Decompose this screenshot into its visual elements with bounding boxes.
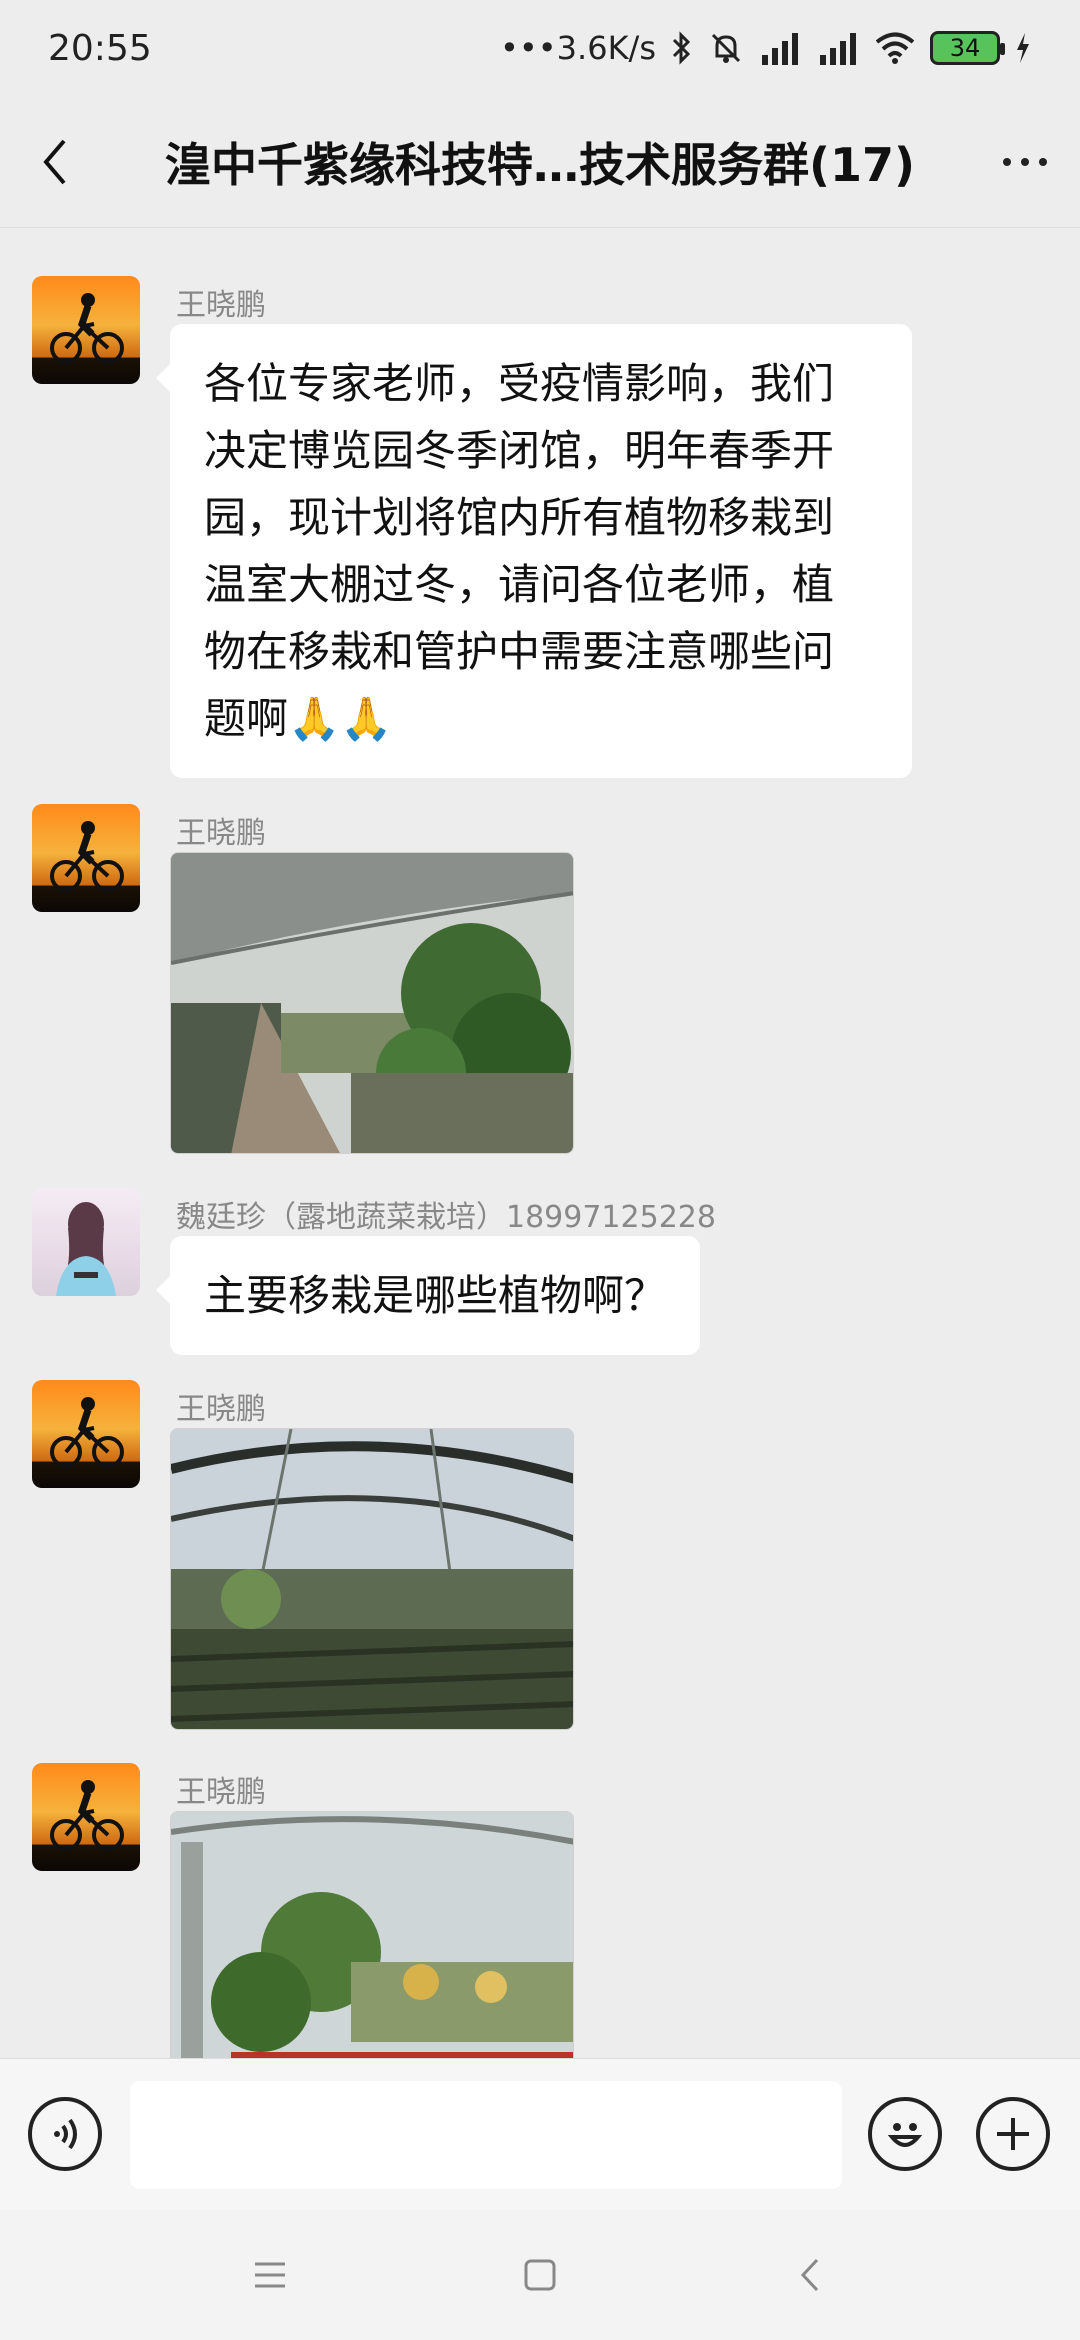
more-dot-icon <box>1003 157 1011 166</box>
cyclist-silhouette-icon <box>50 821 124 892</box>
more-dot-icon <box>1021 157 1029 166</box>
plus-icon <box>997 2118 1029 2150</box>
avatar[interactable] <box>32 1188 140 1296</box>
system-nav-bar <box>0 2210 1080 2340</box>
message-list[interactable]: 王晓鹏 各位专家老师，受疫情影响，我们 决定博览园冬季闭馆，明年春季开 园，现计… <box>0 228 1080 2058</box>
network-speed: •••3.6K/s <box>500 29 656 67</box>
back-icon <box>800 2258 819 2292</box>
home-button[interactable] <box>510 2245 570 2305</box>
chevron-left-icon <box>43 139 66 184</box>
more-dot-icon <box>1039 157 1047 166</box>
status-icons: •••3.6K/s 34 <box>500 29 1032 67</box>
image-message[interactable] <box>170 1428 574 1730</box>
emoji-button[interactable] <box>868 2097 942 2171</box>
battery-icon: 34 <box>930 31 1005 65</box>
message-line: 园，现计划将馆内所有植物移栽到 <box>204 493 835 542</box>
message-line: 温室大棚过冬，请问各位老师，植 <box>204 560 835 609</box>
status-time: 20:55 <box>48 27 152 69</box>
greenhouse-image <box>171 1429 573 1729</box>
avatar[interactable] <box>32 1380 140 1488</box>
more-actions-button[interactable] <box>976 2097 1050 2171</box>
menu-button[interactable] <box>240 2245 300 2305</box>
back-button[interactable] <box>0 96 110 228</box>
image-message[interactable] <box>170 852 574 1154</box>
sender-name: 王晓鹏 <box>176 1392 266 1427</box>
emoji-icon <box>887 2123 923 2147</box>
cyclist-silhouette-icon <box>50 1780 124 1851</box>
menu-icon <box>255 2262 285 2288</box>
chat-header: 湟中千紫缘科技特…技术服务群(17) <box>0 96 1080 228</box>
avatar[interactable] <box>32 804 140 912</box>
sender-name: 王晓鹏 <box>176 1775 266 1810</box>
sender-name: 魏廷珍（露地蔬菜栽培）18997125228 <box>176 1200 716 1235</box>
signal-icon-1 <box>758 31 802 65</box>
system-back-button[interactable] <box>780 2245 840 2305</box>
voice-icon <box>54 2118 77 2150</box>
message-line: 物在移栽和管护中需要注意哪些问 <box>204 627 835 676</box>
message-bubble[interactable]: 各位专家老师，受疫情影响，我们 决定博览园冬季闭馆，明年春季开 园，现计划将馆内… <box>156 324 912 778</box>
status-bar: 20:55 •••3.6K/s 34 <box>0 0 1080 96</box>
more-options-button[interactable] <box>970 96 1080 228</box>
message-bubble[interactable]: 主要移栽是哪些植物啊？ <box>155 1236 701 1355</box>
chat-title: 湟中千紫缘科技特…技术服务群(17) <box>164 137 916 192</box>
sender-name: 王晓鹏 <box>176 288 266 323</box>
girl-silhouette-icon <box>56 1202 116 1296</box>
signal-icon-2 <box>816 31 860 65</box>
image-message[interactable] <box>170 1811 574 2058</box>
bluetooth-icon <box>672 31 691 65</box>
message-input[interactable] <box>130 2081 842 2189</box>
message-line: 题啊🙏🙏 <box>204 694 393 743</box>
cyclist-silhouette-icon <box>50 293 124 364</box>
cyclist-silhouette-icon <box>50 1397 124 1468</box>
greenhouse-image <box>171 1812 573 2058</box>
message-line: 主要移栽是哪些植物啊？ <box>204 1271 667 1320</box>
charging-icon <box>1017 33 1029 63</box>
message-line: 决定博览园冬季闭馆，明年春季开 <box>204 426 835 475</box>
message-line: 各位专家老师，受疫情影响，我们 <box>204 359 835 408</box>
wifi-icon <box>875 32 915 64</box>
voice-button[interactable] <box>28 2097 102 2171</box>
avatar[interactable] <box>32 276 140 384</box>
home-icon <box>524 2259 556 2291</box>
input-bar <box>0 2058 1080 2210</box>
avatar[interactable] <box>32 1763 140 1871</box>
greenhouse-image <box>171 853 573 1153</box>
sender-name: 王晓鹏 <box>176 816 266 851</box>
mute-bell-icon <box>711 33 741 63</box>
